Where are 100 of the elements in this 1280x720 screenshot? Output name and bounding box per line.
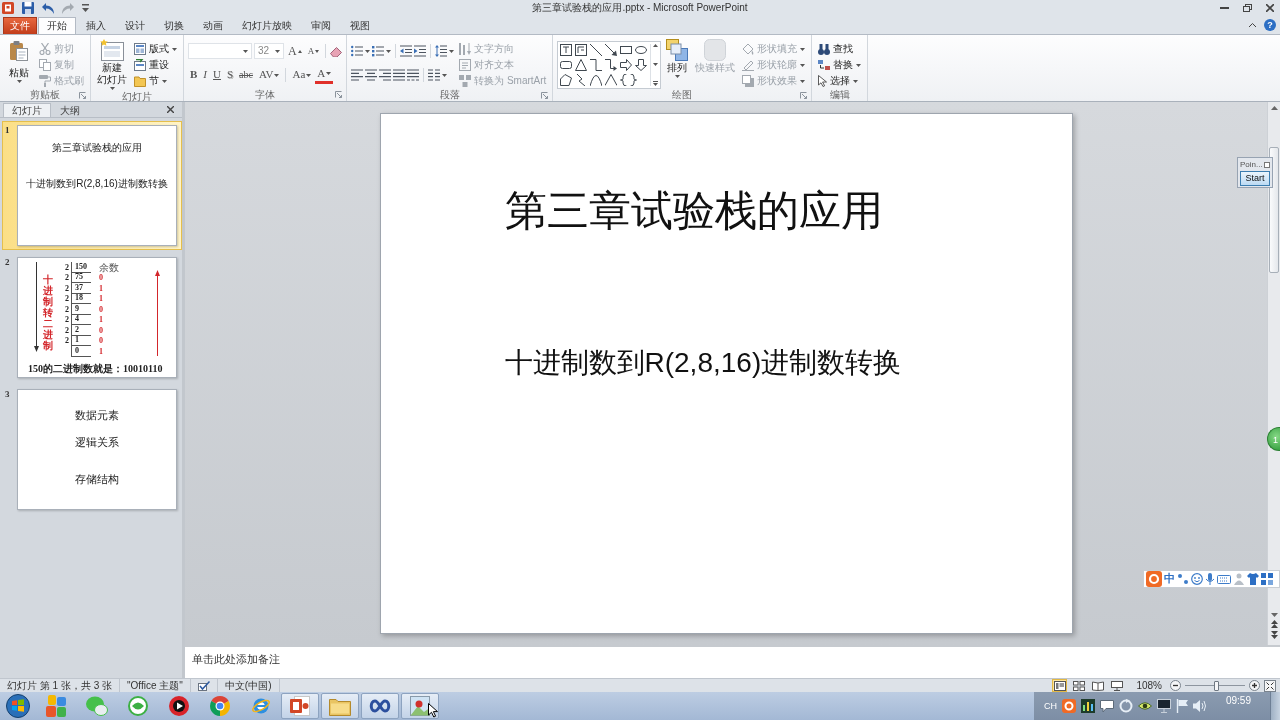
ring-browser-icon[interactable] bbox=[209, 696, 230, 716]
align-center-icon[interactable] bbox=[365, 69, 378, 81]
layout-button[interactable]: 版式 bbox=[132, 41, 179, 57]
reading-view-button[interactable] bbox=[1090, 679, 1106, 692]
punctuation-icon[interactable] bbox=[1177, 573, 1189, 585]
ribbon-tab[interactable]: 动画 bbox=[194, 17, 232, 34]
slide-list-item[interactable]: 1 第三章试验栈的应用 十进制数到R(2,8,16)进制数转换 bbox=[2, 121, 182, 250]
arrange-button[interactable]: 排列 bbox=[664, 37, 691, 89]
gallery-down-icon[interactable] bbox=[653, 62, 659, 66]
down-arrow-icon[interactable] bbox=[635, 59, 648, 71]
font-name-field[interactable] bbox=[188, 43, 252, 59]
zoom-in-icon[interactable] bbox=[1249, 680, 1260, 691]
scroll-down-icon[interactable] bbox=[1270, 613, 1278, 617]
angle-line-icon[interactable] bbox=[605, 74, 618, 86]
reset-button[interactable]: 重设 bbox=[132, 57, 179, 73]
oval-icon[interactable] bbox=[635, 46, 648, 54]
text-box-icon[interactable] bbox=[560, 44, 573, 56]
zoom-out-icon[interactable] bbox=[1170, 680, 1181, 691]
zoom-slider-thumb[interactable] bbox=[1214, 680, 1220, 691]
eraser-icon[interactable] bbox=[330, 45, 343, 57]
distribute-icon[interactable] bbox=[407, 69, 420, 81]
infinity-icon[interactable] bbox=[369, 697, 391, 715]
taskbar-button[interactable] bbox=[401, 693, 439, 719]
left-brace-icon[interactable] bbox=[620, 74, 628, 86]
line-icon[interactable] bbox=[590, 44, 603, 56]
collapse-ribbon-icon[interactable] bbox=[1249, 23, 1256, 27]
slide-show-button[interactable] bbox=[1109, 679, 1125, 692]
font-size-field[interactable]: 32 bbox=[254, 43, 284, 59]
next-slide-icon[interactable] bbox=[1270, 631, 1278, 639]
vertical-text-box-icon[interactable] bbox=[575, 44, 588, 56]
panel-tab[interactable]: 大纲 bbox=[51, 103, 89, 117]
slide-list-item[interactable]: 3 数据元素 逻辑关系 存储结构 bbox=[2, 385, 182, 514]
font-color-button[interactable]: A bbox=[315, 66, 334, 84]
file-tab[interactable]: 文件 bbox=[3, 17, 37, 34]
folder-icon[interactable] bbox=[329, 696, 351, 716]
globe-icon[interactable] bbox=[127, 696, 148, 716]
scroll-up-icon[interactable] bbox=[1270, 106, 1278, 110]
section-button[interactable]: 节 bbox=[132, 73, 179, 89]
slide-thumbnail[interactable]: 第三章试验栈的应用 十进制数到R(2,8,16)进制数转换 bbox=[17, 125, 177, 246]
dialog-launcher-icon[interactable] bbox=[335, 91, 343, 98]
speaker-icon[interactable] bbox=[1192, 699, 1207, 713]
start-button[interactable]: Start bbox=[1240, 171, 1270, 186]
ribbon-tab[interactable]: 审阅 bbox=[302, 17, 340, 34]
dialog-launcher-icon[interactable] bbox=[800, 91, 808, 99]
columns-icon[interactable] bbox=[428, 69, 441, 81]
align-right-icon[interactable] bbox=[379, 69, 392, 81]
ribbon-tab[interactable]: 幻灯片放映 bbox=[233, 17, 301, 34]
undo-icon[interactable] bbox=[42, 2, 54, 14]
tiles-icon[interactable] bbox=[45, 695, 66, 717]
paste-button[interactable]: 粘贴 bbox=[4, 37, 34, 89]
elbow-connector-icon[interactable] bbox=[590, 59, 603, 71]
change-case-button[interactable]: Aa bbox=[290, 66, 314, 84]
eye-icon[interactable] bbox=[1137, 699, 1152, 713]
grow-font-button[interactable]: A bbox=[286, 42, 304, 60]
ime-logo-icon[interactable] bbox=[1146, 571, 1162, 587]
slide-title[interactable]: 第三章试验栈的应用 bbox=[504, 186, 883, 236]
app-icon[interactable] bbox=[2, 2, 14, 14]
globe-ring-icon[interactable] bbox=[250, 696, 271, 716]
ribbon-tab[interactable]: 插入 bbox=[77, 17, 115, 34]
caret-icon[interactable] bbox=[449, 49, 455, 53]
bar-meter-icon[interactable] bbox=[1080, 699, 1095, 713]
elbow-arrow-icon[interactable] bbox=[605, 59, 618, 71]
decrease-indent-icon[interactable] bbox=[400, 45, 413, 57]
ribbon-tab[interactable]: 开始 bbox=[38, 17, 76, 34]
numbered-list-icon[interactable] bbox=[372, 45, 385, 57]
shadow-button[interactable]: S bbox=[224, 66, 236, 84]
help-button[interactable]: ? bbox=[1264, 19, 1276, 31]
find-button[interactable]: 查找 bbox=[816, 41, 864, 57]
keyboard-icon[interactable] bbox=[1217, 574, 1231, 584]
caret-icon[interactable] bbox=[442, 73, 448, 77]
shrink-font-button[interactable]: A bbox=[305, 42, 322, 60]
grid-icon[interactable] bbox=[1261, 573, 1273, 585]
line-spacing-icon[interactable] bbox=[435, 45, 448, 57]
underline-button[interactable]: U bbox=[211, 66, 223, 84]
bullet-list-icon[interactable] bbox=[351, 45, 364, 57]
rounded-rectangle-icon[interactable] bbox=[560, 61, 573, 69]
smiley-icon[interactable] bbox=[1191, 573, 1203, 585]
speech-bubble-icon[interactable] bbox=[1099, 699, 1114, 713]
slide-thumbnail[interactable]: 数据元素 逻辑关系 存储结构 bbox=[17, 389, 177, 510]
microphone-icon[interactable] bbox=[1205, 573, 1215, 585]
italic-button[interactable]: I bbox=[201, 66, 209, 84]
triangle-icon[interactable] bbox=[575, 59, 588, 71]
dialog-launcher-icon[interactable] bbox=[79, 91, 86, 99]
presentation-icon[interactable] bbox=[290, 696, 310, 716]
shape-gallery[interactable] bbox=[557, 41, 662, 89]
right-arrow-icon[interactable] bbox=[620, 59, 633, 71]
proofing-icon[interactable] bbox=[197, 680, 210, 691]
restore-icon[interactable] bbox=[1243, 4, 1252, 12]
dialog-launcher-icon[interactable] bbox=[541, 91, 549, 99]
new-slide-button[interactable]: 新建 幻灯片 bbox=[95, 37, 129, 91]
arrow-icon[interactable] bbox=[605, 44, 618, 56]
fit-to-window-icon[interactable] bbox=[1264, 679, 1276, 692]
slide-thumbnail[interactable]: 十进制转二进制 2 150 余数 2 75 0 2 37 1 2 18 1 2 9 0 2 4 1 2 2 0 2 1 0 0 1 150的二进制数就是：10010110 bbox=[17, 257, 177, 378]
picture-icon[interactable] bbox=[410, 696, 430, 716]
caret-icon[interactable] bbox=[365, 49, 371, 53]
taskbar-button[interactable] bbox=[361, 693, 399, 719]
monitor-icon[interactable] bbox=[1156, 699, 1171, 713]
rectangle-icon[interactable] bbox=[620, 46, 633, 54]
character-spacing-button[interactable]: AV bbox=[257, 66, 282, 84]
ribbon-tab[interactable]: 设计 bbox=[116, 17, 154, 34]
